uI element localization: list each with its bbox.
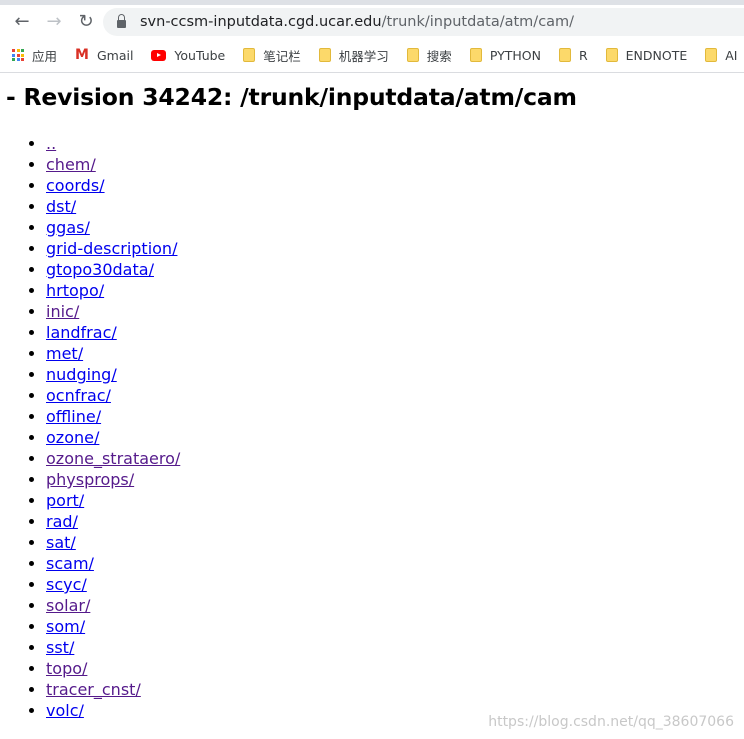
list-item: volc/: [46, 700, 180, 721]
list-item: scyc/: [46, 574, 180, 595]
list-item: ozone_strataero/: [46, 448, 180, 469]
apps-grid-icon: [12, 49, 24, 61]
bookmarks-bar: 应用 M Gmail YouTube 笔记栏 机器学习 搜索 PYTHON R ENDNOTE AI: [0, 40, 744, 70]
bookmark-label: ENDNOTE: [625, 47, 688, 63]
list-item: scam/: [46, 553, 180, 574]
directory-link[interactable]: chem/: [46, 155, 96, 174]
list-item: met/: [46, 343, 180, 364]
directory-link[interactable]: rad/: [46, 512, 78, 531]
bookmark-label: R: [578, 47, 588, 63]
directory-link[interactable]: coords/: [46, 176, 105, 195]
list-item: port/: [46, 490, 180, 511]
folder-icon: [243, 48, 256, 62]
bookmark-item[interactable]: M Gmail: [75, 47, 133, 63]
list-item: som/: [46, 616, 180, 637]
list-item: sst/: [46, 637, 180, 658]
bookmark-item[interactable]: AI: [705, 48, 737, 63]
directory-link[interactable]: scyc/: [46, 575, 87, 594]
list-item: rad/: [46, 511, 180, 532]
list-item: ocnfrac/: [46, 385, 180, 406]
directory-link[interactable]: offline/: [46, 407, 101, 426]
bookmark-item[interactable]: 笔记栏: [243, 46, 301, 65]
list-item: coords/: [46, 175, 180, 196]
bookmark-label: PYTHON: [489, 47, 541, 63]
bookmark-label: 应用: [32, 48, 58, 64]
directory-link[interactable]: gtopo30data/: [46, 260, 154, 279]
directory-link[interactable]: solar/: [46, 596, 90, 615]
list-item: sat/: [46, 532, 180, 553]
list-item: hrtopo/: [46, 280, 180, 301]
folder-icon: [318, 48, 331, 62]
directory-link[interactable]: physprops/: [46, 470, 134, 489]
directory-link[interactable]: sst/: [46, 638, 74, 657]
directory-link[interactable]: scam/: [46, 554, 94, 573]
list-item: dst/: [46, 196, 180, 217]
directory-link[interactable]: sat/: [46, 533, 76, 552]
list-item: solar/: [46, 595, 180, 616]
directory-link[interactable]: topo/: [46, 659, 87, 678]
bookmark-label: AI: [725, 47, 738, 63]
directory-link[interactable]: ocnfrac/: [46, 386, 111, 405]
directory-link[interactable]: port/: [46, 491, 84, 510]
folder-icon: [605, 48, 618, 62]
folder-icon: [406, 48, 419, 62]
directory-list: .. chem/coords/dst/ggas/grid-description/…: [0, 133, 180, 721]
directory-link[interactable]: ggas/: [46, 218, 90, 237]
directory-link[interactable]: ..: [46, 134, 56, 153]
directory-link[interactable]: grid-description/: [46, 239, 177, 258]
bookmark-item[interactable]: 应用: [12, 46, 57, 65]
forward-arrow-icon[interactable]: →: [42, 10, 66, 34]
list-item: physprops/: [46, 469, 180, 490]
bookmark-item[interactable]: R: [558, 47, 588, 63]
reload-icon[interactable]: ↻: [74, 10, 98, 34]
bookmark-label: 笔记栏: [263, 48, 301, 64]
list-item: chem/: [46, 154, 180, 175]
bookmark-item[interactable]: ENDNOTE: [605, 47, 688, 63]
directory-link[interactable]: som/: [46, 617, 85, 636]
directory-link[interactable]: dst/: [46, 197, 76, 216]
list-item: gtopo30data/: [46, 259, 180, 280]
folder-icon: [705, 48, 718, 62]
bookmark-item[interactable]: 机器学习: [318, 46, 389, 65]
lock-icon[interactable]: [117, 14, 126, 28]
bookmark-label: Gmail: [96, 47, 134, 63]
list-item: nudging/: [46, 364, 180, 385]
back-arrow-icon[interactable]: ←: [10, 10, 34, 34]
youtube-icon: [151, 49, 167, 61]
list-item: grid-description/: [46, 238, 180, 259]
list-item: ozone/: [46, 427, 180, 448]
list-item: topo/: [46, 658, 180, 679]
folder-icon: [469, 48, 482, 62]
directory-link[interactable]: ozone_strataero/: [46, 449, 180, 468]
directory-link[interactable]: hrtopo/: [46, 281, 104, 300]
list-item: ..: [46, 133, 180, 154]
directory-link[interactable]: volc/: [46, 701, 84, 720]
directory-link[interactable]: inic/: [46, 302, 79, 321]
list-item: ggas/: [46, 217, 180, 238]
page-title: - Revision 34242: /trunk/inputdata/atm/c…: [6, 83, 577, 111]
directory-link[interactable]: ozone/: [46, 428, 99, 447]
directory-link[interactable]: tracer_cnst/: [46, 680, 141, 699]
gmail-icon: M: [75, 47, 89, 63]
directory-link[interactable]: nudging/: [46, 365, 117, 384]
bookmark-item[interactable]: PYTHON: [469, 47, 541, 63]
list-item: landfrac/: [46, 322, 180, 343]
bookmark-label: 机器学习: [338, 48, 389, 64]
bookmark-label: YouTube: [174, 47, 226, 63]
url-path: /trunk/inputdata/atm/cam/: [381, 14, 575, 30]
address-bar[interactable]: svn-ccsm-inputdata.cgd.ucar.edu/trunk/in…: [103, 8, 744, 36]
bookmark-item[interactable]: YouTube: [151, 48, 225, 63]
bookmark-item[interactable]: 搜索: [406, 46, 452, 65]
watermark: https://blog.csdn.net/qq_38607066: [488, 714, 734, 730]
folder-icon: [558, 48, 571, 62]
url-host: svn-ccsm-inputdata.cgd.ucar.edu: [140, 14, 382, 30]
list-item: tracer_cnst/: [46, 679, 180, 700]
list-item: offline/: [46, 406, 180, 427]
divider: [0, 72, 744, 73]
bookmark-label: 搜索: [426, 48, 452, 64]
directory-link[interactable]: met/: [46, 344, 83, 363]
list-item: inic/: [46, 301, 180, 322]
directory-link[interactable]: landfrac/: [46, 323, 117, 342]
